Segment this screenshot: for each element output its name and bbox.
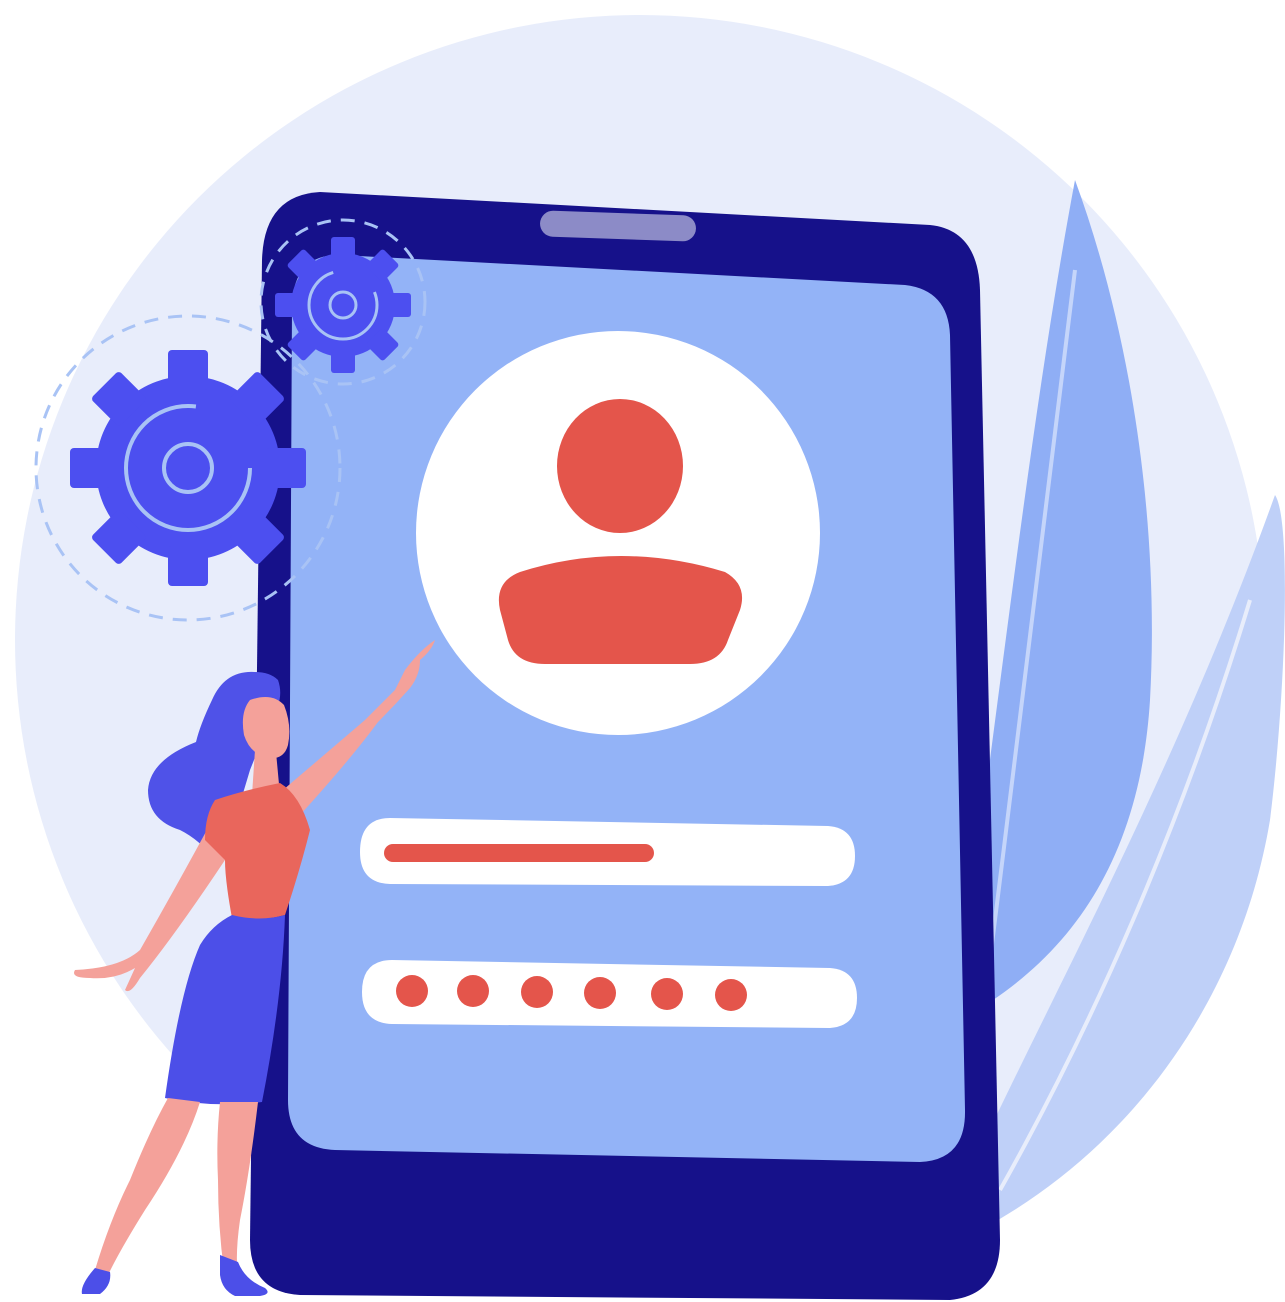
- password-dot: [521, 976, 553, 1008]
- login-illustration: [15, 15, 1285, 1300]
- password-dot: [396, 975, 428, 1007]
- gear-icon: [70, 350, 306, 586]
- password-dot: [715, 979, 747, 1011]
- username-field[interactable]: [360, 818, 855, 886]
- password-dot: [457, 975, 489, 1007]
- left-leg: [95, 1098, 200, 1275]
- username-text-bar: [384, 844, 654, 862]
- tablet-device: [250, 192, 1000, 1300]
- left-shoe: [81, 1268, 111, 1294]
- gear-icon: [275, 237, 411, 373]
- password-dot: [651, 978, 683, 1010]
- password-dot: [584, 977, 616, 1009]
- user-avatar-icon: [416, 331, 820, 735]
- speaker-slot: [540, 210, 696, 242]
- password-field[interactable]: [362, 960, 857, 1028]
- illustration-canvas: [0, 0, 1285, 1302]
